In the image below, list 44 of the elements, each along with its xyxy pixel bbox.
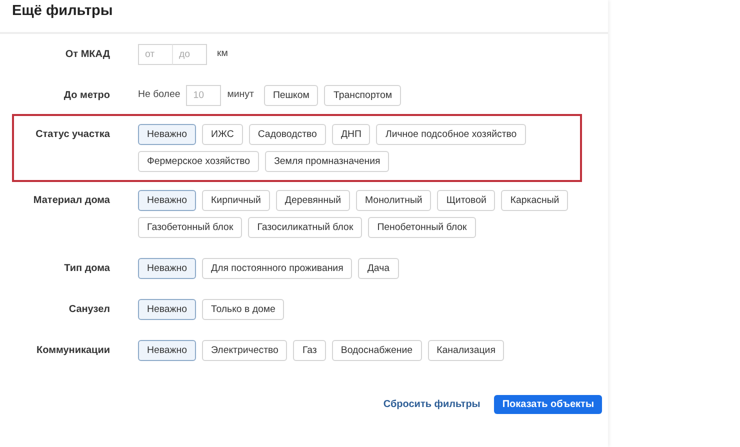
filter-chip[interactable]: Неважно — [138, 299, 196, 320]
filter-chip[interactable]: Деревянный — [276, 190, 350, 211]
filter-chip[interactable]: Дача — [358, 258, 399, 279]
filter-chip[interactable]: Газ — [293, 340, 326, 361]
input-field[interactable]: 10 — [186, 85, 222, 106]
unit-label: минут — [227, 88, 254, 102]
filter-chip[interactable]: Газобетонный блок — [138, 217, 242, 238]
prefix-label: Не более — [138, 88, 180, 102]
reset-link[interactable]: Сбросить фильтры — [383, 397, 480, 412]
show-results-button[interactable]: Показать объекты — [494, 395, 602, 414]
filter-label: До метро — [62, 89, 110, 103]
filter-chip[interactable]: Кирпичный — [202, 190, 270, 211]
filter-label: Тип дома — [63, 262, 110, 276]
filter-chip[interactable]: Пенобетонный блок — [368, 217, 476, 238]
filter-chip[interactable]: Каркасный — [501, 190, 568, 211]
filter-chip[interactable]: ДНП — [332, 124, 370, 145]
filter-chip[interactable]: Газосиликатный блок — [248, 217, 362, 238]
filter-chip[interactable]: Для постоянного проживания — [202, 258, 352, 279]
input-field[interactable]: до — [172, 44, 207, 65]
filter-label: Материал дома — [32, 194, 110, 208]
filter-chip[interactable]: Электричество — [202, 340, 288, 361]
filter-chip[interactable]: Фермерское хозяйство — [138, 151, 260, 172]
unit-label: км — [217, 47, 228, 62]
filter-label: Статус участка — [34, 128, 110, 142]
input-field[interactable]: от — [138, 44, 173, 65]
filter-chip[interactable]: Щитовой — [437, 190, 496, 211]
filter-label: Санузел — [68, 303, 110, 317]
filter-chip[interactable]: Садоводство — [248, 124, 326, 145]
filter-chip[interactable]: Неважно — [138, 124, 196, 145]
filter-chip[interactable]: Неважно — [138, 190, 196, 211]
filter-label: Коммуникации — [35, 344, 110, 358]
filter-chip[interactable]: Водоснабжение — [332, 340, 422, 361]
dialog-title: Ещё фильтры — [11, 2, 114, 21]
filter-chip[interactable]: Земля промназначения — [265, 151, 390, 172]
filter-chip[interactable]: Канализация — [428, 340, 504, 361]
filter-chip[interactable]: Только в доме — [202, 299, 284, 320]
filter-chip[interactable]: Монолитный — [356, 190, 432, 211]
filter-chip[interactable]: Личное подсобное хозяйство — [376, 124, 526, 145]
filter-chip[interactable]: Транспортом — [324, 85, 401, 106]
filter-chip[interactable]: Пешком — [264, 85, 318, 106]
filter-chip[interactable]: Неважно — [138, 258, 196, 279]
filter-label: От МКАД — [64, 48, 110, 62]
filter-chip[interactable]: ИЖС — [202, 124, 243, 145]
filter-chip[interactable]: Неважно — [138, 340, 196, 361]
